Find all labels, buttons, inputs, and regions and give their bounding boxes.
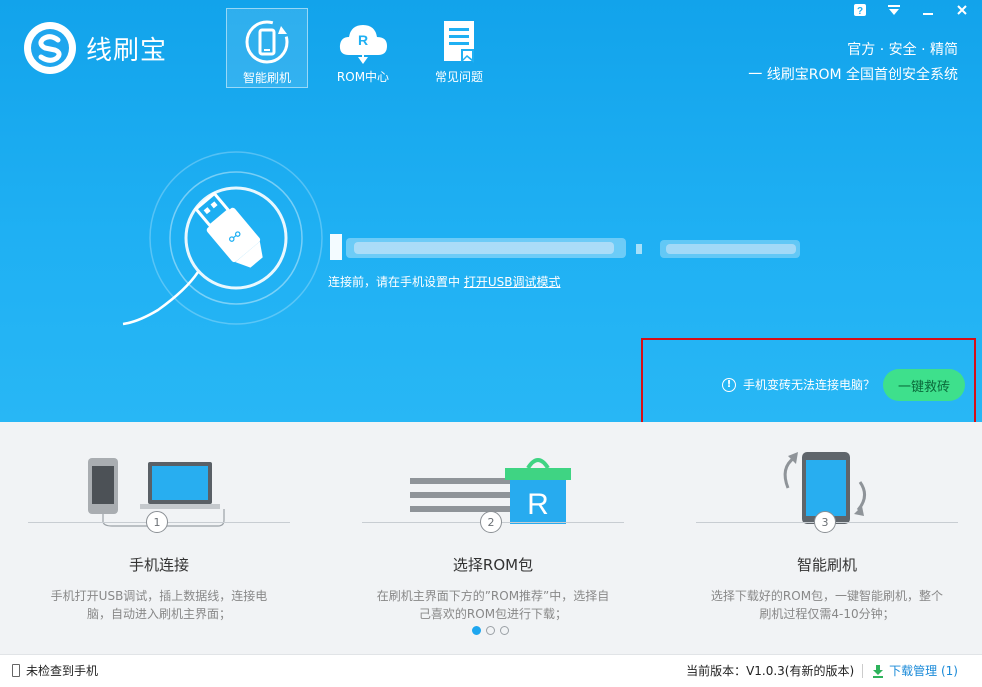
enable-usb-debug-link[interactable]: 打开USB调试模式 [464, 275, 561, 289]
device-status-text: 未检查到手机 [26, 664, 99, 678]
tagline: 官方 · 安全 · 精简 一 线刷宝ROM 全国首创安全系统 [748, 38, 958, 88]
svg-text:R: R [527, 488, 549, 521]
blurred-title [330, 226, 890, 270]
step-number: 1 [146, 511, 168, 533]
pager-dot[interactable] [486, 626, 495, 635]
menu-dropdown-icon[interactable] [886, 2, 902, 18]
phone-refresh-icon [243, 15, 291, 69]
cloud-rom-icon: R [337, 14, 389, 68]
nav-rom-center[interactable]: R ROM中心 [322, 8, 404, 88]
minimize-icon[interactable] [920, 2, 936, 18]
version-text[interactable]: 当前版本：V1.0.3(有新的版本) [686, 662, 854, 679]
step-title: 选择ROM包 [452, 556, 534, 574]
nav-faq[interactable]: 常见问题 [418, 8, 500, 88]
download-icon [873, 664, 884, 678]
pager-dot[interactable] [500, 626, 509, 635]
usb-debug-hint: 连接前，请在手机设置中 打开USB调试模式 [328, 273, 560, 290]
phone-icon [12, 664, 20, 677]
carousel-pager [472, 626, 509, 635]
step-3: 3 智能刷机 选择下载好的ROM包，一键智能刷机，整个刷机过程仅需4-10分钟； [696, 422, 958, 623]
status-bar: 未检查到手机 当前版本：V1.0.3(有新的版本) 下载管理 (1) [0, 654, 982, 687]
nav-label: ROM中心 [336, 70, 390, 84]
step-title: 手机连接 [128, 556, 189, 574]
pager-dot[interactable] [472, 626, 481, 635]
step-description: 手机打开USB调试，插上数据线，连接电脑，自动进入刷机主界面； [50, 589, 268, 621]
help-icon[interactable]: ? [852, 2, 868, 18]
window-controls: ? [852, 2, 970, 18]
version-area: 当前版本：V1.0.3(有新的版本) 下载管理 (1) [686, 662, 958, 679]
nav-label: 常见问题 [434, 70, 483, 84]
step-1: 1 手机连接 手机打开USB调试，插上数据线，连接电脑，自动进入刷机主界面； [28, 422, 290, 623]
step-2: R 2 选择ROM包 在刷机主界面下方的”ROM推荐”中，选择自己喜欢的ROM包… [362, 422, 624, 623]
highlight-box [641, 338, 976, 433]
step-description: 在刷机主界面下方的”ROM推荐”中，选择自己喜欢的ROM包进行下载； [376, 589, 610, 621]
svg-text:R: R [358, 32, 368, 48]
main-nav: 智能刷机 R ROM中心 常见问题 [226, 8, 514, 88]
svg-text:?: ? [857, 6, 863, 17]
nav-label: 智能刷机 [242, 71, 291, 85]
divider [862, 663, 864, 678]
app-name: 线刷宝 [86, 35, 168, 66]
step-title: 智能刷机 [796, 556, 857, 574]
tagline-line2: 一 线刷宝ROM 全国首创安全系统 [748, 67, 958, 83]
device-status: 未检查到手机 [12, 662, 98, 679]
logo-icon [24, 22, 76, 74]
close-icon[interactable] [954, 2, 970, 18]
nav-smart-flash[interactable]: 智能刷机 [226, 8, 308, 88]
hint-text: 连接前，请在手机设置中 [328, 275, 461, 289]
tagline-line1: 官方 · 安全 · 精简 [847, 42, 958, 58]
step-number: 2 [480, 511, 502, 533]
steps-panel: 1 手机连接 手机打开USB调试，插上数据线，连接电脑，自动进入刷机主界面； R… [0, 422, 982, 654]
document-icon [439, 14, 479, 68]
download-manager-label: 下载管理 (1) [889, 664, 958, 678]
usb-illustration: ⚯ [118, 150, 338, 374]
app-logo: 线刷宝 [24, 22, 167, 74]
step-number: 3 [814, 511, 836, 533]
step-description: 选择下载好的ROM包，一键智能刷机，整个刷机过程仅需4-10分钟； [710, 589, 944, 621]
download-manager-link[interactable]: 下载管理 (1) [871, 662, 958, 679]
